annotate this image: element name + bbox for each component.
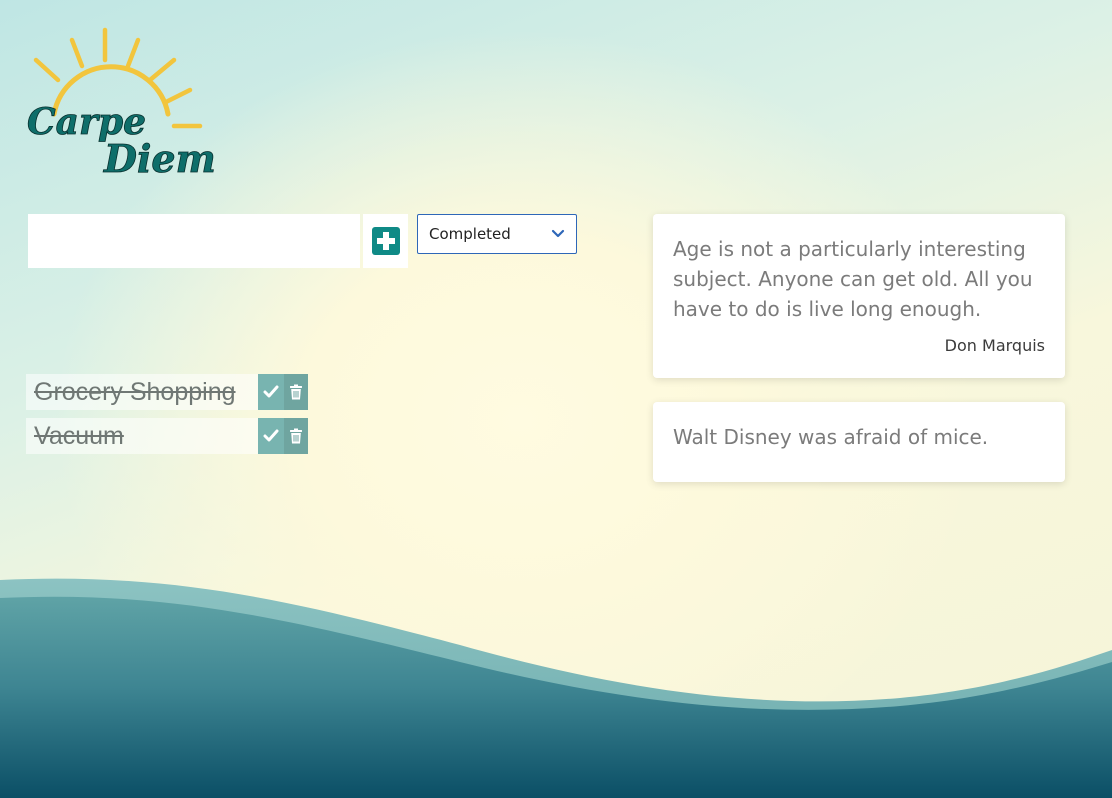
svg-text:Diem: Diem bbox=[103, 136, 216, 181]
check-icon bbox=[263, 429, 279, 442]
filter-select[interactable]: Completed bbox=[417, 214, 577, 254]
quote-text: Walt Disney was afraid of mice. bbox=[673, 425, 989, 449]
delete-button[interactable] bbox=[284, 418, 308, 454]
todo-text: Vacuum bbox=[26, 418, 258, 454]
complete-button[interactable] bbox=[258, 418, 284, 454]
add-todo-button[interactable] bbox=[363, 214, 408, 268]
todo-text: Grocery Shopping bbox=[26, 374, 258, 410]
todo-input[interactable] bbox=[28, 214, 360, 268]
plus-square-icon bbox=[371, 227, 400, 255]
quote-card: Age is not a particularly interesting su… bbox=[653, 214, 1065, 378]
filter-selected-value: Completed bbox=[429, 225, 511, 243]
complete-button[interactable] bbox=[258, 374, 284, 410]
trash-icon bbox=[290, 428, 302, 444]
quote-author: Don Marquis bbox=[944, 336, 1045, 355]
wave-decoration bbox=[0, 578, 1112, 798]
todo-item: Vacuum bbox=[26, 418, 308, 454]
check-icon bbox=[263, 385, 279, 398]
quote-card: Walt Disney was afraid of mice. bbox=[653, 402, 1065, 482]
chevron-down-icon bbox=[551, 229, 565, 238]
todo-list: Grocery Shopping Vacuum bbox=[26, 374, 308, 462]
quote-text: Age is not a particularly interesting su… bbox=[673, 237, 1033, 321]
trash-icon bbox=[290, 384, 302, 400]
sun-icon: Carpe Diem bbox=[27, 27, 216, 181]
logo: Carpe Diem bbox=[24, 22, 224, 187]
todo-item: Grocery Shopping bbox=[26, 374, 308, 410]
delete-button[interactable] bbox=[284, 374, 308, 410]
